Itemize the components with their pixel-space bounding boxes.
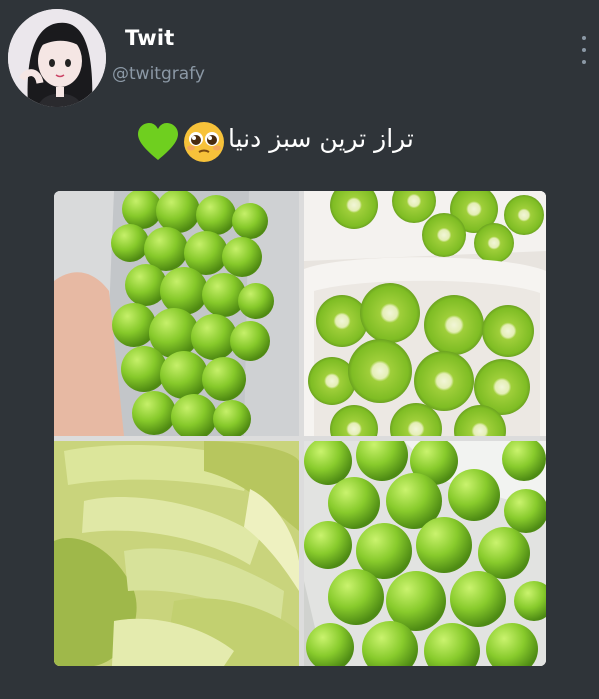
photo-kiwi-slices[interactable]: [304, 191, 546, 436]
tweet-card: Twit @twitgrafy تراز ترین سبز دنیا: [0, 0, 599, 699]
avatar[interactable]: [8, 9, 106, 107]
green-heart-icon: [136, 122, 180, 166]
pleading-face-icon: [182, 120, 226, 168]
photo-mango-slices[interactable]: [54, 441, 299, 666]
tweet-text: تراز ترین سبز دنیا: [228, 124, 414, 153]
user-handle[interactable]: @twitgrafy: [112, 64, 205, 84]
tweet-text-line: تراز ترین سبز دنیا: [0, 118, 599, 164]
photo-green-plums-hand[interactable]: [54, 191, 299, 436]
photo-green-plums-bag[interactable]: [304, 441, 546, 666]
display-name[interactable]: Twit: [125, 26, 174, 50]
more-options-icon[interactable]: [578, 36, 590, 76]
media-grid: [54, 191, 546, 666]
